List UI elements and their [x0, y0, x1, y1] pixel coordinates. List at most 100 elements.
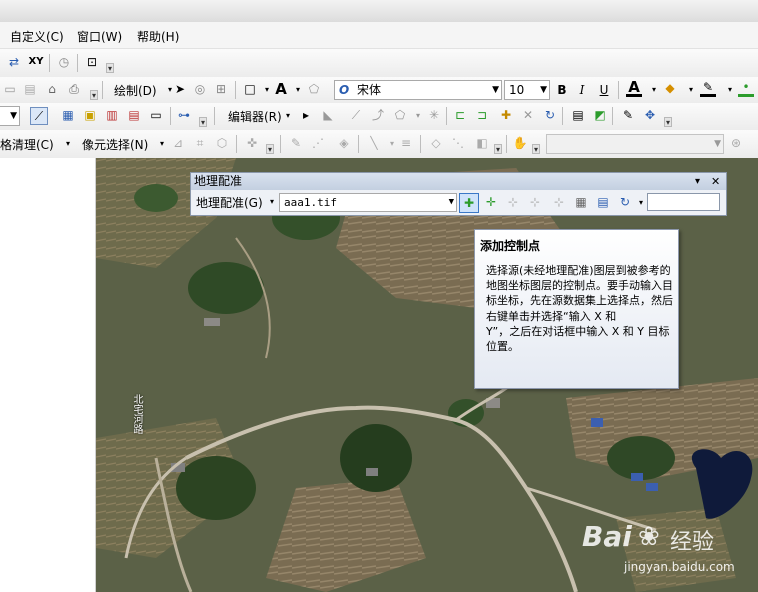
- zoom-whole-page-icon[interactable]: ⊞: [213, 81, 229, 97]
- page-icon[interactable]: ▭: [2, 81, 18, 97]
- pencil-icon[interactable]: ✎: [288, 135, 304, 151]
- xy-data-icon[interactable]: XY: [28, 54, 44, 70]
- chevron-down-icon[interactable]: ▾: [722, 82, 738, 98]
- model-builder-icon[interactable]: ⊶: [176, 107, 192, 123]
- add-control-points-auto-icon[interactable]: ✛: [483, 194, 499, 210]
- toolbar-overflow-icon[interactable]: ▾: [106, 63, 114, 73]
- straight-segment-icon[interactable]: ⟋: [348, 107, 364, 123]
- rotate-tool-icon[interactable]: ↻: [542, 107, 558, 123]
- eraser-icon[interactable]: ⋰: [310, 135, 326, 151]
- pan-raster-icon[interactable]: ✋: [512, 135, 528, 151]
- window-icon[interactable]: ▭: [148, 107, 164, 123]
- lock-icon[interactable]: ⌂: [44, 81, 60, 97]
- table-of-contents-pane[interactable]: [0, 158, 96, 592]
- marker-color-icon[interactable]: •: [738, 80, 754, 97]
- menu-help[interactable]: 帮助(H): [137, 28, 179, 45]
- chevron-down-icon[interactable]: ▾: [290, 82, 306, 98]
- options-icon[interactable]: ▾: [695, 173, 700, 190]
- chevron-down-icon[interactable]: ▾: [280, 108, 296, 124]
- chevron-down-icon[interactable]: ▾: [646, 82, 662, 98]
- polygon-select-icon[interactable]: ⬡: [214, 135, 230, 151]
- attribute-table-icon[interactable]: ▦: [60, 107, 76, 123]
- chevron-down-icon[interactable]: ▾: [154, 136, 170, 152]
- viewer-icon[interactable]: ▦: [573, 194, 589, 210]
- rectangle-icon[interactable]: □: [242, 81, 258, 97]
- editor-menu[interactable]: 编辑器(R): [228, 108, 282, 125]
- split-icon[interactable]: ✳: [426, 107, 442, 123]
- font-name-select[interactable]: O 宋体 ▼: [334, 80, 502, 100]
- fingerprint-icon[interactable]: ⊛: [728, 135, 744, 151]
- split-line-icon[interactable]: ✕: [520, 107, 536, 123]
- edit-tool-icon[interactable]: ▸: [298, 107, 314, 123]
- gauge-icon[interactable]: ◷: [56, 54, 72, 70]
- vertex-icon[interactable]: ⋱: [450, 135, 466, 151]
- grid-clean-menu[interactable]: 格清理(C): [0, 136, 54, 153]
- select-link-icon[interactable]: ⊹: [505, 194, 521, 210]
- rotate-icon[interactable]: ◎: [192, 81, 208, 97]
- line-style-icon[interactable]: ≡: [398, 135, 414, 151]
- rotate-icon[interactable]: ↻: [617, 194, 633, 210]
- menu-window[interactable]: 窗口(W): [77, 28, 122, 45]
- region-select-icon[interactable]: ⌗: [192, 135, 208, 151]
- toolbar-overflow-icon[interactable]: ▾: [266, 144, 274, 154]
- tag-icon[interactable]: ◇: [428, 135, 444, 151]
- brush-select-icon[interactable]: ⊿: [170, 135, 186, 151]
- print-icon[interactable]: ⎙: [66, 81, 82, 97]
- fill-color-icon[interactable]: ◆: [662, 80, 678, 96]
- line-tool-icon[interactable]: ╲: [366, 135, 382, 151]
- georef-menu[interactable]: 地理配准(G): [196, 194, 263, 211]
- edit-vertices-icon[interactable]: ⬠: [306, 81, 322, 97]
- line-color-icon[interactable]: ✎: [700, 80, 716, 97]
- catalog-icon[interactable]: ▣: [82, 107, 98, 123]
- polygon-icon[interactable]: ⬠: [392, 107, 408, 123]
- chevron-down-icon[interactable]: ▾: [683, 82, 699, 98]
- link-table-icon[interactable]: ▤: [595, 194, 611, 210]
- font-color-icon[interactable]: A: [626, 79, 642, 97]
- layer-select[interactable]: ▼: [546, 134, 724, 154]
- chevron-down-icon[interactable]: ▾: [264, 194, 280, 210]
- toolbox-icon[interactable]: ▥: [104, 107, 120, 123]
- rotate-angle-input[interactable]: [647, 193, 720, 211]
- add-control-points-button[interactable]: ✚: [459, 193, 479, 213]
- cut-polygons-icon[interactable]: ✚: [498, 107, 514, 123]
- text-tool-icon[interactable]: A: [273, 81, 289, 97]
- end-point-arc-icon[interactable]: ⤴: [370, 107, 386, 123]
- bold-button[interactable]: B: [554, 82, 570, 98]
- full-extent-icon[interactable]: ✥: [642, 107, 658, 123]
- page-layout-icon[interactable]: ▤: [22, 81, 38, 97]
- pixel-select-menu[interactable]: 像元选择(N): [82, 136, 148, 153]
- toolbar-overflow-icon[interactable]: ▾: [532, 144, 540, 154]
- zoom-to-selected-link-icon[interactable]: ⊹: [527, 194, 543, 210]
- chevron-down-icon[interactable]: ▾: [60, 136, 76, 152]
- underline-button[interactable]: U: [596, 82, 612, 98]
- select-arrow-icon[interactable]: ➤: [172, 81, 188, 97]
- italic-button[interactable]: I: [574, 82, 590, 98]
- python-window-icon[interactable]: ▤: [126, 107, 142, 123]
- draw-menu[interactable]: 绘制(D): [114, 82, 157, 99]
- layer-stack-icon[interactable]: ◧: [474, 135, 490, 151]
- georef-layer-select[interactable]: aaa1.tif ▼: [279, 193, 457, 212]
- reshape-feature-icon[interactable]: ⊐: [474, 107, 490, 123]
- font-size-select[interactable]: 10 ▼: [504, 80, 550, 100]
- georef-titlebar[interactable]: 地理配准 ▾ ✕: [191, 173, 726, 190]
- toolbar-overflow-icon[interactable]: ▾: [664, 117, 672, 127]
- zoom-box-icon[interactable]: ⊡: [84, 54, 100, 70]
- add-data-icon[interactable]: ⇄: [6, 54, 22, 70]
- sketch-tool-icon[interactable]: ⟋: [30, 107, 48, 125]
- close-icon[interactable]: ✕: [711, 173, 720, 190]
- sketch-properties-icon[interactable]: ◩: [592, 107, 608, 123]
- annotation-edit-icon[interactable]: ◣: [320, 107, 336, 123]
- edit-vertices-icon[interactable]: ⊏: [452, 107, 468, 123]
- layer-select[interactable]: ▼: [0, 106, 20, 126]
- menu-customize[interactable]: 自定义(C): [10, 28, 64, 45]
- chevron-down-icon[interactable]: ▾: [410, 108, 426, 124]
- toolbar-overflow-icon[interactable]: ▾: [494, 144, 502, 154]
- create-features-icon[interactable]: ✎: [620, 107, 636, 123]
- toolbar-overflow-icon[interactable]: ▾: [199, 117, 207, 127]
- delete-link-icon[interactable]: ⊹: [551, 194, 567, 210]
- attributes-window-icon[interactable]: ▤: [570, 107, 586, 123]
- separator: [214, 107, 215, 125]
- pan-icon[interactable]: ✜: [244, 135, 260, 151]
- paint-bucket-icon[interactable]: ◈: [336, 135, 352, 151]
- toolbar-overflow-icon[interactable]: ▾: [90, 90, 98, 100]
